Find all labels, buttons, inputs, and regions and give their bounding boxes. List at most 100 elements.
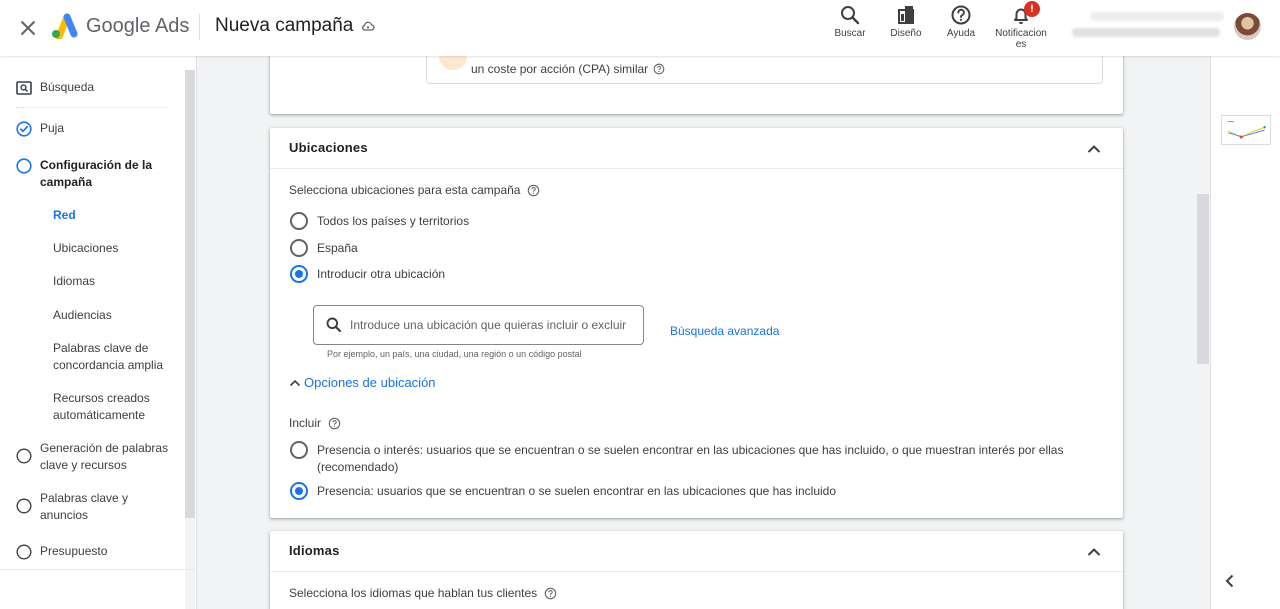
nav-step-generacion[interactable]: Generación de palabras clave y recursos [16, 440, 170, 474]
notifications-tool-label-line2: es [1015, 39, 1027, 50]
radio-button[interactable] [290, 239, 308, 257]
nav-divider [16, 107, 168, 108]
radio-label: Presencia: usuarios que se encuentran o … [317, 484, 836, 498]
radio-spain[interactable]: España [290, 239, 358, 257]
chevron-up-icon[interactable] [1085, 140, 1103, 158]
search-icon [841, 6, 860, 25]
chevron-up-icon[interactable] [1085, 543, 1103, 561]
nav-subitem-ubicaciones[interactable]: Ubicaciones [53, 240, 179, 257]
location-options-label: Opciones de ubicación [304, 375, 436, 390]
notifications-tool-button[interactable]: ! Notificacion es [990, 1, 1052, 50]
nav-step-configuracion[interactable]: Configuración de la campaña [16, 157, 160, 191]
account-email-blurred [1072, 28, 1220, 37]
cloud-saved-icon [362, 21, 375, 31]
bid-strategy-text: un coste por acción (CPA) similar [471, 62, 649, 76]
account-switcher[interactable] [1072, 12, 1228, 37]
close-icon[interactable] [14, 14, 42, 42]
brand-name: Google Ads [86, 15, 190, 37]
radio-button-selected[interactable] [290, 265, 308, 283]
help-icon[interactable] [328, 417, 341, 430]
account-email [1072, 28, 1073, 29]
pending-step-circle-icon [16, 498, 32, 514]
sidebar-bottom-divider [0, 569, 196, 570]
help-icon[interactable] [544, 587, 557, 600]
current-step-circle-icon [16, 158, 32, 174]
location-search-input[interactable] [350, 318, 640, 332]
nav-step-puja[interactable]: Puja [16, 120, 64, 137]
location-search-field[interactable] [313, 305, 644, 345]
radio-all-countries[interactable]: Todos los países y territorios [290, 212, 469, 230]
nav-step-label: Puja [40, 121, 65, 135]
chart-thumbnail-icon[interactable] [1221, 115, 1271, 145]
languages-card-header[interactable]: Idiomas [270, 531, 1123, 572]
step-navigation-sidebar: Búsqueda Puja Configuración de la campañ… [0, 56, 197, 609]
nav-subitem-idiomas[interactable]: Idiomas [53, 273, 179, 290]
languages-card: Idiomas Selecciona los idiomas que habla… [270, 531, 1123, 609]
languages-title: Idiomas [289, 543, 340, 558]
radio-label: Introducir otra ubicación [317, 267, 446, 281]
nav-subitem-broad-match[interactable]: Palabras clave de concordancia amplia [53, 340, 179, 374]
advanced-search-link[interactable]: Búsqueda avanzada [670, 324, 779, 338]
bid-strategy-suggestion: un coste por acción (CPA) similar [426, 56, 1103, 84]
radio-button[interactable] [290, 441, 308, 459]
help-tool-button[interactable]: Ayuda [941, 4, 981, 39]
radio-presence[interactable]: Presencia: usuarios que se encuentran o … [290, 482, 836, 500]
radio-other-location[interactable]: Introducir otra ubicación [290, 265, 446, 283]
locations-card: Ubicaciones Selecciona ubicaciones para … [270, 128, 1123, 518]
search-tool-button[interactable]: Buscar [830, 4, 870, 39]
include-label: Incluir [289, 416, 322, 430]
search-box-icon [16, 81, 32, 95]
suggestion-illustration-icon [439, 56, 467, 70]
locations-prompt: Selecciona ubicaciones para esta campaña [289, 183, 540, 197]
nav-subitem-auto-assets[interactable]: Recursos creados automáticamente [53, 390, 179, 424]
main-content: un coste por acción (CPA) similar Ubicac… [197, 56, 1210, 609]
chevron-up-icon [289, 379, 301, 386]
account-name-blurred [1090, 12, 1224, 21]
header-divider [199, 14, 200, 40]
include-label-row: Incluir [289, 416, 341, 430]
chevron-left-icon[interactable] [1221, 572, 1239, 590]
design-tool-label: Diseño [890, 28, 922, 39]
radio-button[interactable] [290, 212, 308, 230]
locations-prompt-text: Selecciona ubicaciones para esta campaña [289, 183, 521, 197]
nav-step-busqueda[interactable]: Búsqueda [16, 79, 94, 96]
radio-button-selected[interactable] [290, 482, 308, 500]
sidebar-scrollbar-thumb[interactable] [185, 70, 195, 518]
radio-presence-or-interest[interactable]: Presencia o interés: usuarios que se enc… [290, 441, 1080, 476]
radio-label: Presencia o interés: usuarios que se enc… [317, 443, 1064, 474]
location-options-toggle[interactable]: Opciones de ubicación [288, 375, 436, 390]
main-scrollbar-thumb[interactable] [1197, 194, 1209, 364]
top-app-bar: Google Ads Nueva campaña Buscar Diseño A… [0, 0, 1280, 56]
help-icon[interactable] [653, 63, 665, 75]
help-tool-label: Ayuda [946, 28, 976, 39]
locations-card-header[interactable]: Ubicaciones [270, 128, 1123, 169]
radio-label: España [317, 241, 358, 255]
nav-subitem-audiencias[interactable]: Audiencias [53, 307, 179, 324]
languages-prompt-text: Selecciona los idiomas que hablan tus cl… [289, 586, 538, 600]
help-icon[interactable] [527, 184, 540, 197]
nav-step-presupuesto[interactable]: Presupuesto [16, 543, 107, 560]
pending-step-circle-icon [16, 448, 32, 464]
check-circle-icon [16, 121, 32, 137]
nav-step-label: Búsqueda [40, 80, 95, 94]
nav-subitem-red[interactable]: Red [53, 207, 179, 224]
notifications-tool-label-line1: Notificacion [995, 28, 1047, 39]
nav-step-palabras-anuncios[interactable]: Palabras clave y anuncios [16, 490, 140, 524]
pending-step-circle-icon [16, 544, 32, 560]
help-icon [951, 5, 971, 25]
account-name [1090, 12, 1091, 13]
nav-step-label: Configuración de la campaña [40, 158, 153, 189]
nav-step-label: Palabras clave y anuncios [40, 491, 129, 522]
avatar[interactable] [1234, 13, 1261, 40]
bidding-card: un coste por acción (CPA) similar [270, 56, 1123, 114]
search-tool-label: Buscar [834, 28, 866, 39]
location-search-hint: Por ejemplo, un país, una ciudad, una re… [327, 349, 582, 359]
nav-step-label: Presupuesto [40, 544, 108, 558]
page-title: Nueva campaña [215, 15, 354, 36]
nav-step-label: Generación de palabras clave y recursos [40, 441, 169, 472]
google-ads-logo-icon [52, 13, 78, 39]
design-tool-button[interactable]: Diseño [886, 4, 926, 39]
languages-prompt: Selecciona los idiomas que hablan tus cl… [289, 586, 557, 600]
locations-title: Ubicaciones [289, 140, 368, 155]
search-icon [326, 317, 342, 333]
